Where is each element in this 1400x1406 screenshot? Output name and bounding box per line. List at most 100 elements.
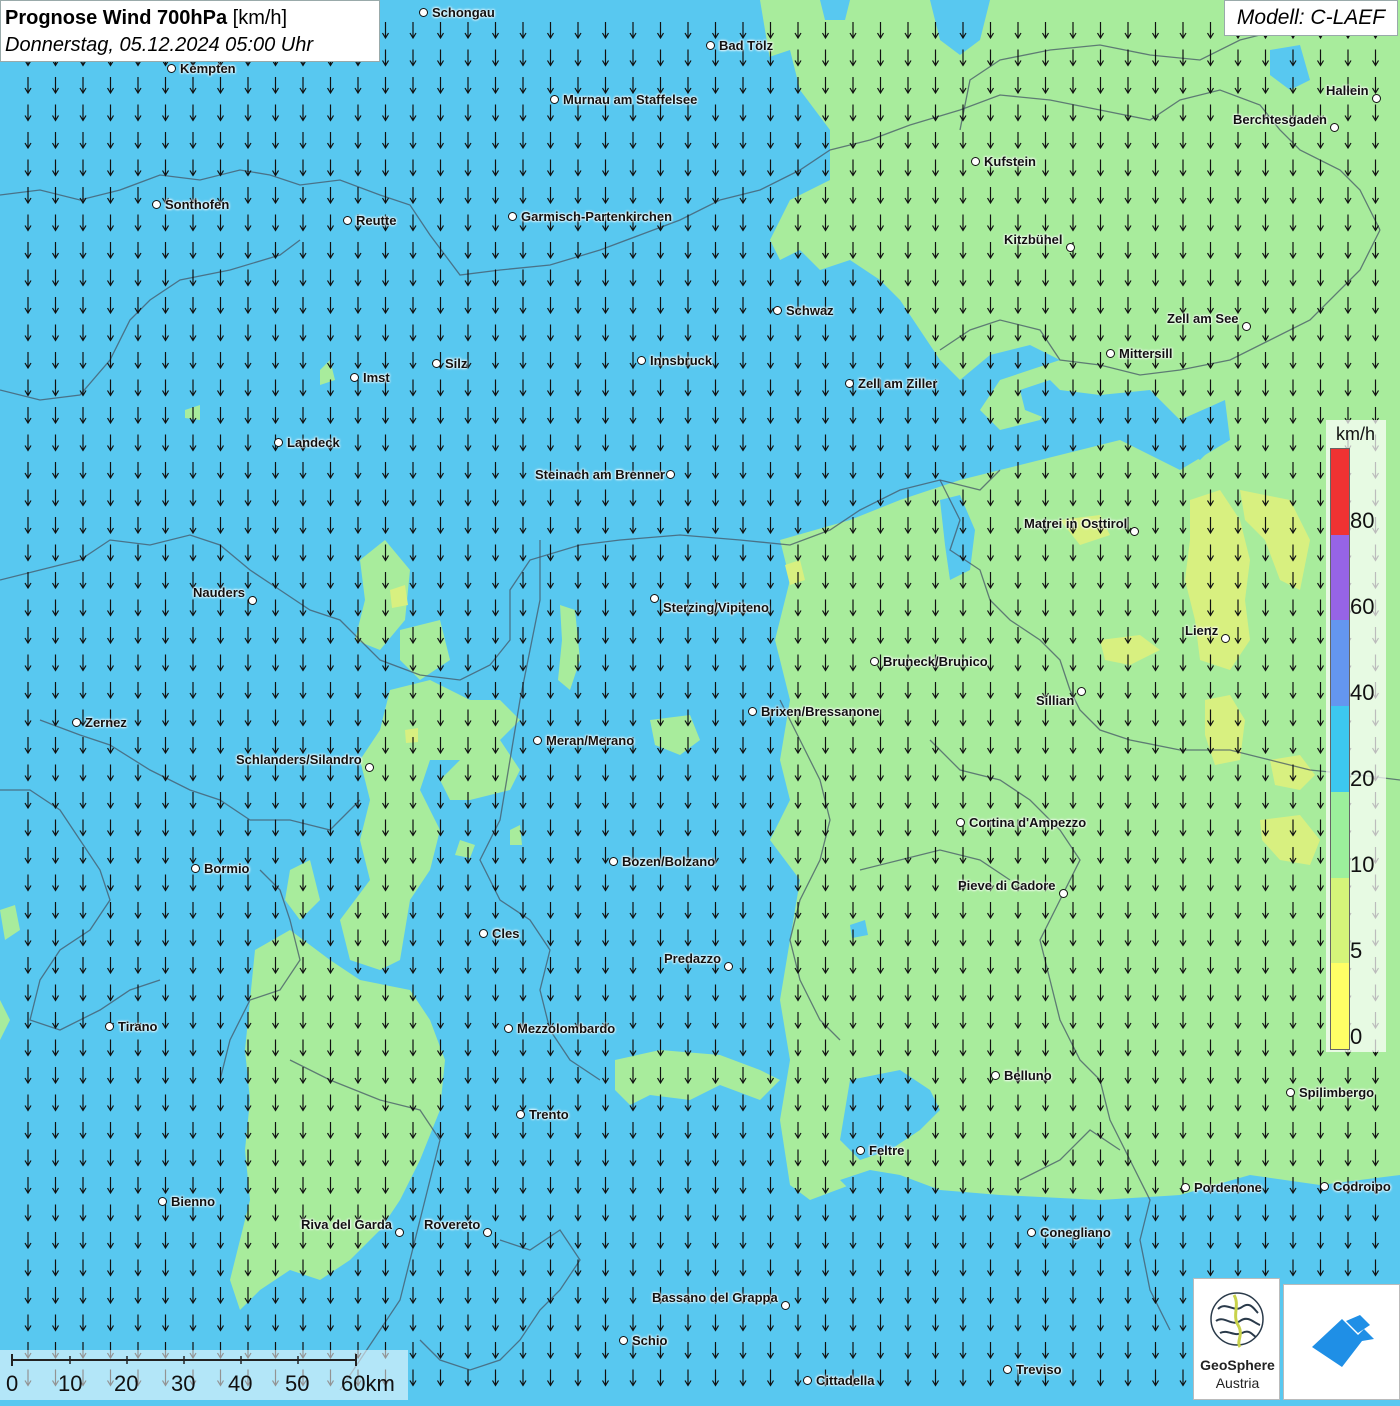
city-label: Bozen/Bolzano xyxy=(622,854,716,869)
city-label: Codroipo xyxy=(1333,1179,1391,1194)
city-marker xyxy=(619,1336,628,1345)
title-box: Prognose Wind 700hPa [km/h] Donnerstag, … xyxy=(0,0,380,62)
legend-tick-label: 0 xyxy=(1350,1024,1363,1049)
city-label: Imst xyxy=(363,370,390,385)
city-label: Cittadella xyxy=(816,1373,875,1388)
city-label: Schongau xyxy=(432,5,495,20)
mountain-logo-icon xyxy=(1312,1315,1374,1367)
city-label: Rovereto xyxy=(424,1217,481,1232)
city-label: Mezzolombardo xyxy=(517,1021,616,1036)
city-label: Berchtesgaden xyxy=(1233,112,1327,127)
city-label: Reutte xyxy=(356,213,397,228)
legend-swatch xyxy=(1331,706,1349,792)
city-label: Schio xyxy=(632,1333,668,1348)
city-marker xyxy=(1320,1182,1329,1191)
city-label: Nauders xyxy=(193,585,246,600)
city-marker xyxy=(483,1228,492,1237)
geosphere-country: Austria xyxy=(1215,1375,1260,1391)
city-marker xyxy=(1372,94,1381,103)
city-marker xyxy=(508,212,517,221)
scalebar-label: 20 xyxy=(114,1371,139,1396)
city-label: Landeck xyxy=(287,435,340,450)
city-marker xyxy=(637,356,646,365)
city-marker xyxy=(706,41,715,50)
city-marker xyxy=(191,864,200,873)
scalebar-label: 50 xyxy=(285,1371,310,1396)
city-marker xyxy=(1330,123,1339,132)
city-label: Kempten xyxy=(180,61,236,76)
city-label: Mittersill xyxy=(1119,346,1173,361)
city-label: Schlanders/Silandro xyxy=(236,752,362,767)
city-label: Brixen/Bressanone xyxy=(761,704,880,719)
city-marker xyxy=(504,1024,513,1033)
city-marker xyxy=(724,962,733,971)
city-marker xyxy=(773,306,782,315)
city-label: Bad Tölz xyxy=(719,38,774,53)
geosphere-name: GeoSphere xyxy=(1200,1357,1275,1373)
city-marker xyxy=(1286,1088,1295,1097)
legend-swatch xyxy=(1331,449,1349,535)
city-marker xyxy=(803,1376,812,1385)
legend-tick-label: 80 xyxy=(1350,508,1375,533)
legend-swatch xyxy=(1331,877,1349,964)
city-marker xyxy=(971,157,980,166)
city-label: Bienno xyxy=(171,1194,216,1209)
geosphere-emblem-icon xyxy=(1210,1292,1264,1348)
city-label: Trento xyxy=(529,1107,569,1122)
city-label: Pieve di Cadore xyxy=(958,878,1056,893)
geosphere-logo: GeoSphere Austria xyxy=(1193,1278,1280,1400)
city-label: Zell am See xyxy=(1167,311,1239,326)
city-label: Bassano del Grappa xyxy=(652,1290,778,1305)
legend-unit: km/h xyxy=(1336,424,1376,444)
city-label: Hallein xyxy=(1326,83,1369,98)
city-label: Bormio xyxy=(204,861,250,876)
city-marker xyxy=(1077,687,1086,696)
city-marker xyxy=(350,373,359,382)
city-marker xyxy=(1027,1228,1036,1237)
city-label: Feltre xyxy=(869,1143,905,1158)
city-label: Belluno xyxy=(1004,1068,1052,1083)
map-title-main: Prognose Wind 700hPa xyxy=(5,7,228,29)
city-marker xyxy=(956,818,965,827)
legend-color-bar xyxy=(1330,448,1350,1050)
city-label: Garmisch-Partenkirchen xyxy=(521,209,673,224)
city-label: Bruneck/Brunico xyxy=(883,654,988,669)
city-label: Matrei in Osttirol xyxy=(1024,516,1128,531)
map-title: Prognose Wind 700hPa [km/h] xyxy=(5,4,375,32)
city-marker xyxy=(274,438,283,447)
legend-tick-label: 40 xyxy=(1350,680,1375,705)
scalebar-label: 0 xyxy=(6,1371,19,1396)
city-label: Kufstein xyxy=(984,154,1036,169)
legend-swatch xyxy=(1331,963,1349,1049)
city-marker xyxy=(1106,349,1115,358)
city-marker xyxy=(432,359,441,368)
city-marker xyxy=(152,200,161,209)
city-label: Schwaz xyxy=(786,303,834,318)
city-marker xyxy=(1221,634,1230,643)
city-marker xyxy=(1066,243,1075,252)
city-marker xyxy=(72,718,81,727)
city-label: Sonthofen xyxy=(165,197,230,212)
city-marker xyxy=(991,1071,1000,1080)
forecast-datetime: Donnerstag, 05.12.2024 05:00 Uhr xyxy=(5,34,313,56)
city-label: Riva del Garda xyxy=(301,1217,393,1232)
city-marker xyxy=(395,1228,404,1237)
city-marker xyxy=(666,470,675,479)
legend-swatch xyxy=(1331,534,1349,621)
city-label: Steinach am Brenner xyxy=(535,467,666,482)
city-label: Treviso xyxy=(1016,1362,1062,1377)
city-marker xyxy=(550,95,559,104)
city-label: Conegliano xyxy=(1040,1225,1111,1240)
city-label: Sillian xyxy=(1036,693,1075,708)
city-marker xyxy=(856,1146,865,1155)
city-marker xyxy=(1181,1183,1190,1192)
city-label: Meran/Merano xyxy=(546,733,635,748)
city-label: Predazzo xyxy=(664,951,722,966)
scalebar-label: 60km xyxy=(341,1371,395,1396)
legend-tick-label: 20 xyxy=(1350,766,1375,791)
city-marker xyxy=(105,1022,114,1031)
city-label: Zell am Ziller xyxy=(858,376,938,391)
city-label: Cortina d'Ampezzo xyxy=(969,815,1087,830)
city-label: Silz xyxy=(445,356,468,371)
city-label: Zernez xyxy=(85,715,127,730)
